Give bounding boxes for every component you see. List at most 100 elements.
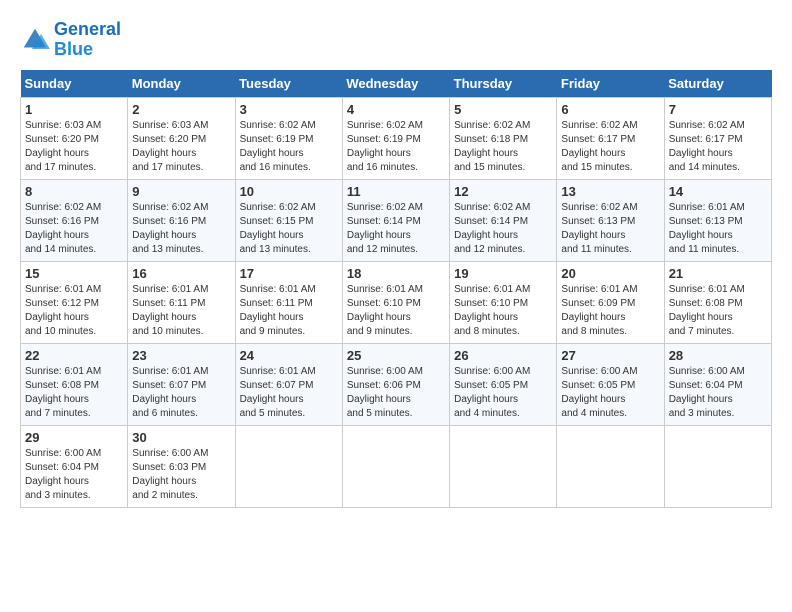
calendar-cell <box>235 425 342 507</box>
calendar-cell: 22Sunrise: 6:01 AMSunset: 6:08 PMDayligh… <box>21 343 128 425</box>
day-info: Sunrise: 6:02 AMSunset: 6:17 PMDaylight … <box>669 119 767 175</box>
day-number: 3 <box>240 102 338 117</box>
calendar-cell: 4 Sunrise: 6:02 AMSunset: 6:19 PMDaylight… <box>342 97 449 179</box>
day-number: 12 <box>454 184 552 199</box>
calendar-cell <box>342 425 449 507</box>
logo-text: General Blue <box>54 20 121 60</box>
day-number: 18 <box>347 266 445 281</box>
calendar-cell: 1Sunrise: 6:03 AMSunset: 6:20 PMDaylight… <box>21 97 128 179</box>
calendar-cell: 21 Sunrise: 6:01 AMSunset: 6:08 PMDayligh… <box>664 261 771 343</box>
day-number: 7 <box>669 102 767 117</box>
calendar-cell: 11 Sunrise: 6:02 AMSunset: 6:14 PMDayligh… <box>342 179 449 261</box>
day-info: Sunrise: 6:02 AMSunset: 6:14 PMDaylight … <box>454 201 552 257</box>
day-number: 10 <box>240 184 338 199</box>
calendar-cell: 3 Sunrise: 6:02 AMSunset: 6:19 PMDaylight… <box>235 97 342 179</box>
calendar-week-row: 29 Sunrise: 6:00 AMSunset: 6:04 PMDayligh… <box>21 425 772 507</box>
day-number: 21 <box>669 266 767 281</box>
day-info: Sunrise: 6:02 AMSunset: 6:16 PMDaylight … <box>132 201 230 257</box>
day-info: Sunrise: 6:02 AMSunset: 6:13 PMDaylight … <box>561 201 659 257</box>
day-number: 8 <box>25 184 123 199</box>
day-info: Sunrise: 6:00 AMSunset: 6:05 PMDaylight … <box>454 365 552 421</box>
day-number: 13 <box>561 184 659 199</box>
day-info: Sunrise: 6:00 AMSunset: 6:03 PMDaylight … <box>132 447 230 503</box>
calendar-cell <box>450 425 557 507</box>
day-number: 25 <box>347 348 445 363</box>
day-number: 11 <box>347 184 445 199</box>
day-number: 23 <box>132 348 230 363</box>
day-info: Sunrise: 6:00 AMSunset: 6:05 PMDaylight … <box>561 365 659 421</box>
day-info: Sunrise: 6:01 AMSunset: 6:11 PMDaylight … <box>132 283 230 339</box>
day-number: 17 <box>240 266 338 281</box>
day-number: 14 <box>669 184 767 199</box>
calendar-cell <box>664 425 771 507</box>
calendar-cell: 17 Sunrise: 6:01 AMSunset: 6:11 PMDayligh… <box>235 261 342 343</box>
day-number: 24 <box>240 348 338 363</box>
day-number: 30 <box>132 430 230 445</box>
day-number: 20 <box>561 266 659 281</box>
calendar-day-header: Wednesday <box>342 70 449 98</box>
calendar-cell: 18 Sunrise: 6:01 AMSunset: 6:10 PMDayligh… <box>342 261 449 343</box>
day-number: 6 <box>561 102 659 117</box>
calendar-cell <box>557 425 664 507</box>
calendar-table: SundayMondayTuesdayWednesdayThursdayFrid… <box>20 70 772 508</box>
day-info: Sunrise: 6:02 AMSunset: 6:19 PMDaylight … <box>347 119 445 175</box>
day-info: Sunrise: 6:01 AMSunset: 6:07 PMDaylight … <box>240 365 338 421</box>
day-info: Sunrise: 6:00 AMSunset: 6:06 PMDaylight … <box>347 365 445 421</box>
logo-icon <box>20 25 50 55</box>
calendar-cell: 23 Sunrise: 6:01 AMSunset: 6:07 PMDayligh… <box>128 343 235 425</box>
day-info: Sunrise: 6:01 AMSunset: 6:12 PMDaylight … <box>25 283 123 339</box>
day-info: Sunrise: 6:01 AMSunset: 6:10 PMDaylight … <box>454 283 552 339</box>
day-number: 22 <box>25 348 123 363</box>
calendar-day-header: Friday <box>557 70 664 98</box>
calendar-day-header: Sunday <box>21 70 128 98</box>
calendar-cell: 9 Sunrise: 6:02 AMSunset: 6:16 PMDaylight… <box>128 179 235 261</box>
calendar-header-row: SundayMondayTuesdayWednesdayThursdayFrid… <box>21 70 772 98</box>
day-info: Sunrise: 6:01 AMSunset: 6:09 PMDaylight … <box>561 283 659 339</box>
calendar-cell: 27 Sunrise: 6:00 AMSunset: 6:05 PMDayligh… <box>557 343 664 425</box>
calendar-day-header: Thursday <box>450 70 557 98</box>
day-number: 19 <box>454 266 552 281</box>
calendar-cell: 29 Sunrise: 6:00 AMSunset: 6:04 PMDayligh… <box>21 425 128 507</box>
day-number: 26 <box>454 348 552 363</box>
day-number: 16 <box>132 266 230 281</box>
calendar-week-row: 15 Sunrise: 6:01 AMSunset: 6:12 PMDayligh… <box>21 261 772 343</box>
calendar-cell: 10 Sunrise: 6:02 AMSunset: 6:15 PMDayligh… <box>235 179 342 261</box>
day-info: Sunrise: 6:02 AMSunset: 6:18 PMDaylight … <box>454 119 552 175</box>
day-number: 29 <box>25 430 123 445</box>
day-info: Sunrise: 6:00 AMSunset: 6:04 PMDaylight … <box>669 365 767 421</box>
calendar-day-header: Monday <box>128 70 235 98</box>
calendar-day-header: Saturday <box>664 70 771 98</box>
day-info: Sunrise: 6:02 AMSunset: 6:15 PMDaylight … <box>240 201 338 257</box>
calendar-cell: 25 Sunrise: 6:00 AMSunset: 6:06 PMDayligh… <box>342 343 449 425</box>
calendar-cell: 15 Sunrise: 6:01 AMSunset: 6:12 PMDayligh… <box>21 261 128 343</box>
calendar-cell: 14 Sunrise: 6:01 AMSunset: 6:13 PMDayligh… <box>664 179 771 261</box>
day-info: Sunrise: 6:01 AMSunset: 6:10 PMDaylight … <box>347 283 445 339</box>
day-number: 4 <box>347 102 445 117</box>
calendar-cell: 28Sunrise: 6:00 AMSunset: 6:04 PMDayligh… <box>664 343 771 425</box>
calendar-cell: 19 Sunrise: 6:01 AMSunset: 6:10 PMDayligh… <box>450 261 557 343</box>
calendar-cell: 20 Sunrise: 6:01 AMSunset: 6:09 PMDayligh… <box>557 261 664 343</box>
calendar-day-header: Tuesday <box>235 70 342 98</box>
calendar-week-row: 1Sunrise: 6:03 AMSunset: 6:20 PMDaylight… <box>21 97 772 179</box>
day-number: 15 <box>25 266 123 281</box>
calendar-cell: 5Sunrise: 6:02 AMSunset: 6:18 PMDaylight… <box>450 97 557 179</box>
calendar-cell: 12 Sunrise: 6:02 AMSunset: 6:14 PMDayligh… <box>450 179 557 261</box>
day-number: 27 <box>561 348 659 363</box>
day-number: 9 <box>132 184 230 199</box>
calendar-cell: 6Sunrise: 6:02 AMSunset: 6:17 PMDaylight… <box>557 97 664 179</box>
calendar-cell: 30 Sunrise: 6:00 AMSunset: 6:03 PMDayligh… <box>128 425 235 507</box>
day-info: Sunrise: 6:02 AMSunset: 6:14 PMDaylight … <box>347 201 445 257</box>
day-info: Sunrise: 6:02 AMSunset: 6:19 PMDaylight … <box>240 119 338 175</box>
calendar-cell: 16 Sunrise: 6:01 AMSunset: 6:11 PMDayligh… <box>128 261 235 343</box>
page-header: General Blue <box>20 20 772 60</box>
day-info: Sunrise: 6:01 AMSunset: 6:08 PMDaylight … <box>669 283 767 339</box>
calendar-cell: 26 Sunrise: 6:00 AMSunset: 6:05 PMDayligh… <box>450 343 557 425</box>
logo: General Blue <box>20 20 121 60</box>
calendar-week-row: 8 Sunrise: 6:02 AMSunset: 6:16 PMDaylight… <box>21 179 772 261</box>
day-info: Sunrise: 6:01 AMSunset: 6:07 PMDaylight … <box>132 365 230 421</box>
day-info: Sunrise: 6:00 AMSunset: 6:04 PMDaylight … <box>25 447 123 503</box>
day-info: Sunrise: 6:01 AMSunset: 6:11 PMDaylight … <box>240 283 338 339</box>
calendar-cell: 7 Sunrise: 6:02 AMSunset: 6:17 PMDaylight… <box>664 97 771 179</box>
day-info: Sunrise: 6:01 AMSunset: 6:13 PMDaylight … <box>669 201 767 257</box>
calendar-cell: 13 Sunrise: 6:02 AMSunset: 6:13 PMDayligh… <box>557 179 664 261</box>
